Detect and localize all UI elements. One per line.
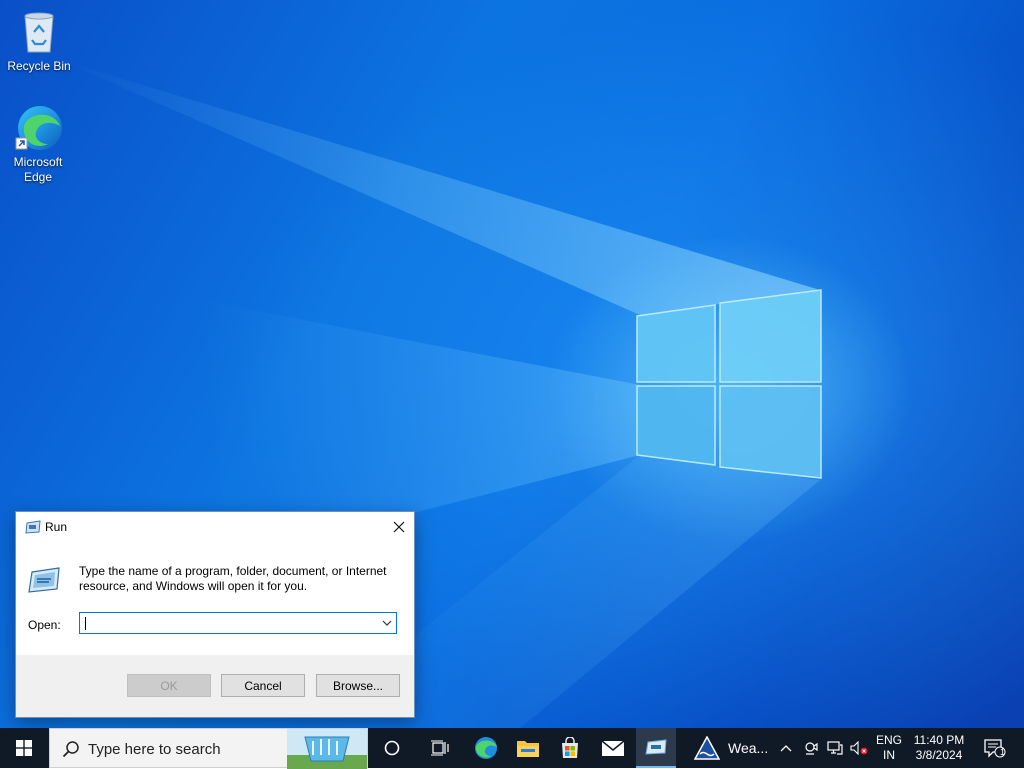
ok-button[interactable]: OK	[127, 674, 211, 697]
language-bottom: IN	[883, 748, 895, 762]
task-view-icon	[431, 740, 449, 756]
edge-icon	[475, 737, 497, 759]
volume-muted-icon	[850, 741, 868, 755]
taskbar-edge[interactable]	[466, 728, 506, 768]
camera-icon	[805, 742, 818, 755]
recycle-bin-icon	[15, 8, 63, 56]
run-program-icon	[28, 567, 60, 593]
run-icon	[645, 739, 667, 755]
task-view-button[interactable]	[420, 728, 460, 768]
taskbar-mail[interactable]	[592, 728, 634, 768]
weather-app-icon	[694, 736, 720, 760]
folder-icon	[517, 741, 539, 757]
tray-volume[interactable]	[848, 728, 870, 768]
taskbar-weather[interactable]: Wea...	[690, 728, 770, 768]
run-icon	[25, 520, 41, 534]
recycle-bin-label: Recycle Bin	[7, 59, 71, 73]
text-caret	[85, 617, 86, 630]
desktop-icon-microsoft-edge[interactable]: Microsoft Edge	[0, 104, 76, 185]
windows-logo-icon	[16, 740, 32, 756]
language-top: ENG	[875, 733, 902, 747]
chevron-down-icon	[382, 620, 392, 626]
desktop-icon-recycle-bin[interactable]: Recycle Bin	[1, 8, 77, 74]
cancel-button[interactable]: Cancel	[221, 674, 305, 697]
edge-icon	[14, 104, 62, 152]
tray-network[interactable]	[824, 728, 846, 768]
search-highlight-icon	[287, 729, 367, 769]
open-dropdown-button[interactable]	[380, 615, 394, 631]
open-label: Open:	[28, 618, 61, 632]
language-indicator[interactable]: ENG IN	[872, 728, 906, 768]
network-icon	[827, 741, 843, 755]
run-dialog-titlebar[interactable]: Run	[16, 512, 414, 542]
run-dialog-title: Run	[45, 520, 68, 534]
run-dialog-body: Type the name of a program, folder, docu…	[16, 542, 414, 655]
clock[interactable]: 11:40 PM 3/8/2024	[910, 728, 968, 768]
browse-button-label: Browse...	[332, 678, 383, 693]
clock-date: 3/8/2024	[915, 748, 963, 762]
run-dialog-description: Type the name of a program, folder, docu…	[79, 564, 387, 593]
weather-label: Wea...	[728, 740, 769, 756]
ok-button-label: OK	[160, 678, 178, 693]
start-button[interactable]	[0, 728, 48, 768]
notification-count: 1	[1000, 747, 1006, 757]
taskbar-microsoft-store[interactable]	[550, 728, 590, 768]
edge-label: Microsoft Edge	[13, 155, 63, 184]
open-input[interactable]	[79, 612, 397, 634]
action-center-button[interactable]: 1	[978, 728, 1012, 768]
tray-meet-now[interactable]	[800, 728, 822, 768]
browse-button[interactable]: Browse...	[316, 674, 400, 697]
chevron-up-icon	[780, 745, 792, 752]
search-placeholder: Type here to search	[88, 741, 221, 758]
store-bag-icon	[562, 737, 578, 758]
taskbar-run-active[interactable]	[636, 728, 676, 768]
taskbar: Type here to search Wea... ENG IN 11:40 …	[0, 728, 1024, 769]
show-hidden-icons-button[interactable]	[776, 728, 796, 768]
search-icon	[62, 741, 79, 758]
taskbar-file-explorer[interactable]	[508, 728, 548, 768]
cortana-button[interactable]	[372, 728, 412, 768]
cancel-button-label: Cancel	[244, 678, 282, 693]
mail-icon	[601, 740, 625, 756]
taskbar-search-box[interactable]: Type here to search	[49, 728, 368, 769]
clock-time: 11:40 PM	[913, 733, 965, 747]
cortana-circle-icon	[384, 740, 400, 756]
close-icon	[393, 521, 405, 533]
close-button[interactable]	[384, 512, 414, 542]
run-dialog: Run Type the name of a program, folder, …	[15, 511, 415, 718]
